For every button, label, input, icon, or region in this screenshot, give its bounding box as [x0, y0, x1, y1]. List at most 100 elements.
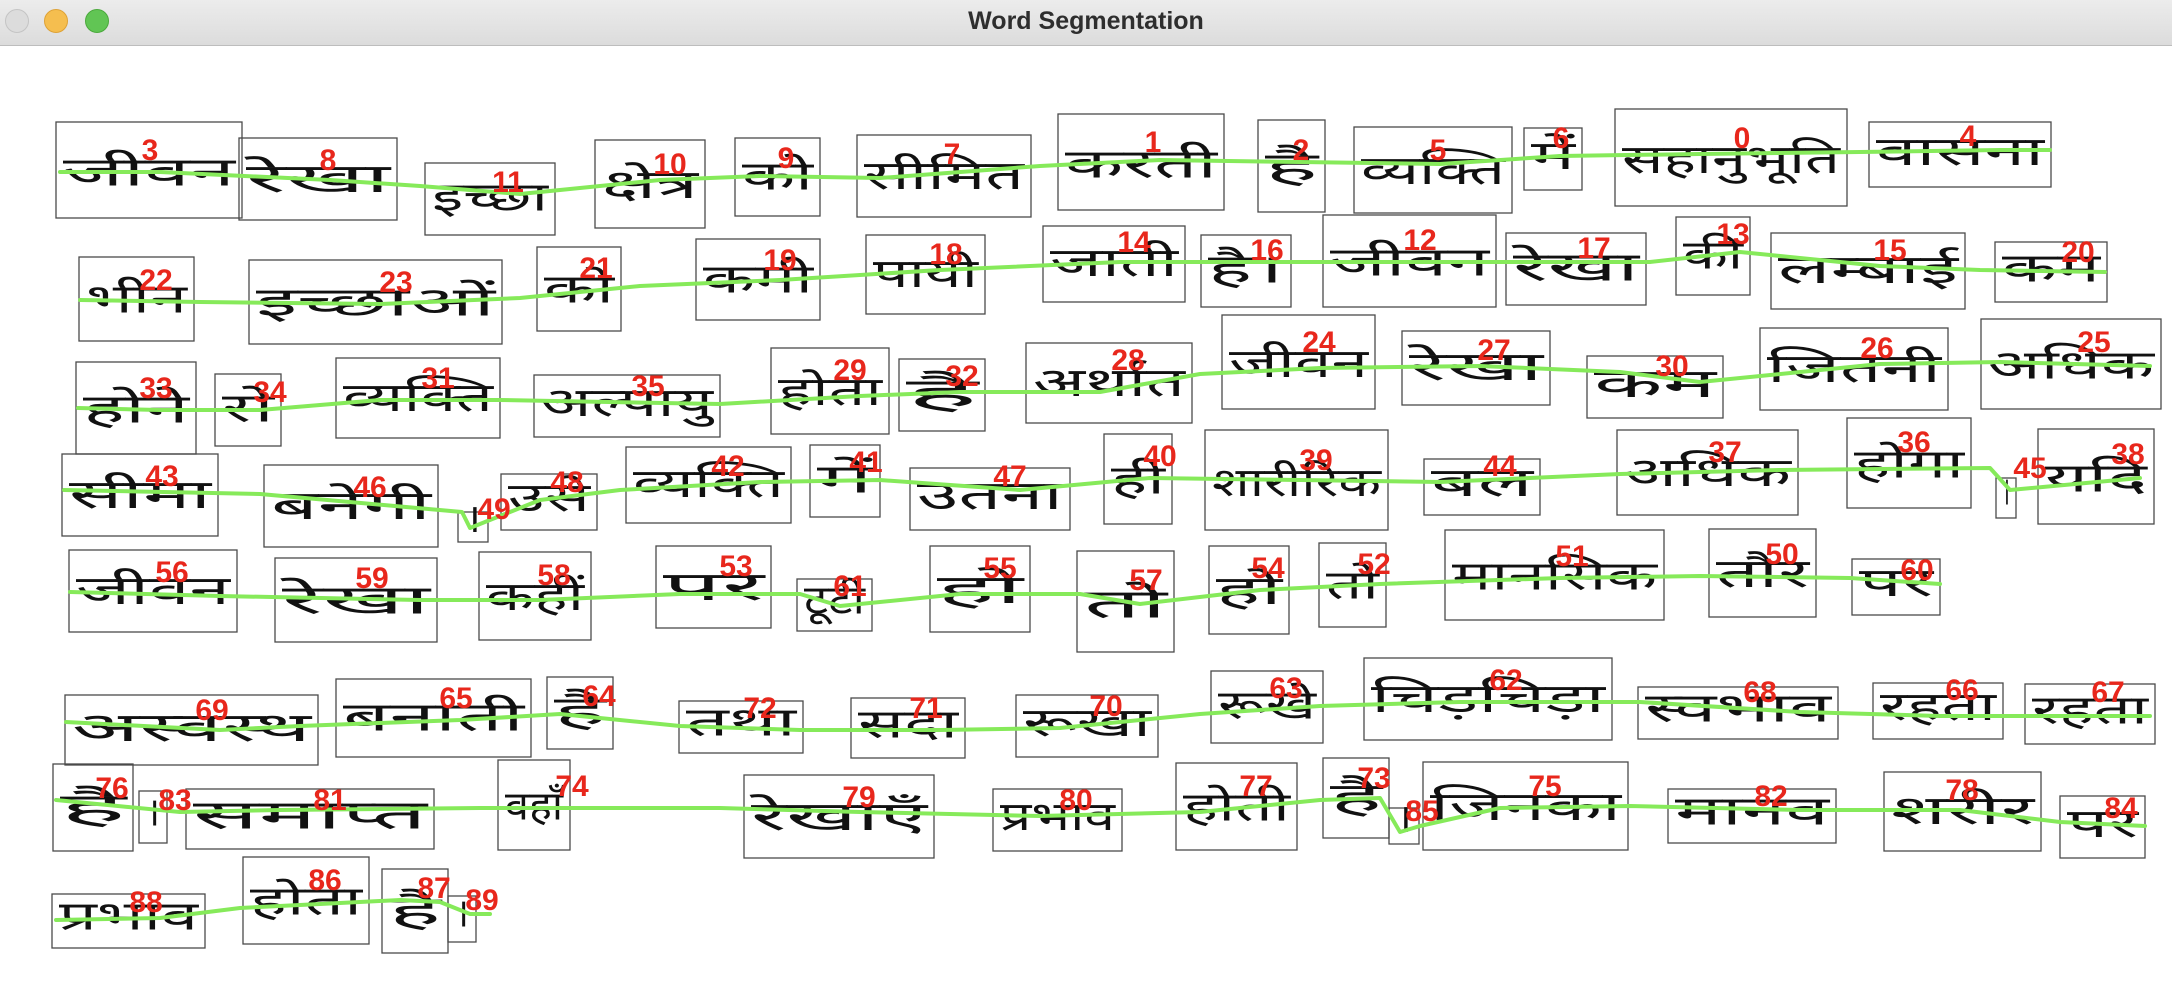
- word-segment: अर्थात: [1025, 342, 1193, 424]
- word-segment: समाप्त: [185, 788, 435, 850]
- word-segment: लम्बाई: [1770, 232, 1966, 310]
- word-index-label: 87: [417, 872, 450, 905]
- handwritten-word: जीवन: [1229, 341, 1369, 387]
- word-boxes: जीवन रेखा इच्छा क्षेत्र को सीमित करती है व्यक्ति…: [51, 108, 2162, 954]
- word-index-label: 42: [711, 450, 744, 483]
- word-index-label: 67: [2091, 676, 2124, 709]
- word-index-label: 10: [653, 148, 686, 181]
- word-index-label: 54: [1251, 552, 1285, 585]
- word-index-label: 62: [1489, 664, 1522, 697]
- word-segment: होता: [770, 347, 890, 435]
- word-index-label: 14: [1117, 226, 1151, 259]
- handwritten-word: होता: [778, 369, 883, 415]
- handwritten-word: लम्बाई: [1778, 247, 1961, 293]
- word-index-label: 52: [1357, 548, 1390, 581]
- word-index-label: 16: [1250, 234, 1283, 267]
- handwritten-word: रूखा: [1023, 700, 1152, 746]
- handwritten-word: व्यक्ति: [343, 375, 495, 421]
- word-index-label: 63: [1269, 672, 1302, 705]
- word-index-label: 57: [1129, 564, 1162, 597]
- word-index-label: 48: [550, 466, 583, 499]
- word-index-label: 72: [743, 692, 776, 725]
- word-index-label: 64: [582, 680, 616, 713]
- word-index-label: 11: [492, 166, 524, 199]
- word-index-label: 79: [842, 781, 875, 814]
- word-index-label: 2: [1293, 134, 1310, 167]
- word-index-label: 40: [1143, 440, 1176, 473]
- word-index-label: 35: [631, 370, 664, 403]
- word-index-label: 20: [2061, 236, 2094, 269]
- word-segment: पर: [655, 545, 772, 629]
- word-index-label: 77: [1239, 770, 1272, 803]
- word-index-label: 19: [763, 244, 796, 277]
- word-index-label: 0: [1734, 122, 1751, 155]
- word-index-label: 41: [849, 446, 882, 479]
- word-index-label: 15: [1873, 234, 1906, 267]
- word-segment: अल्पायु: [533, 374, 721, 438]
- word-index-label: 46: [353, 471, 386, 504]
- word-index-label: 61: [833, 570, 866, 603]
- word-index-label: 71: [909, 692, 942, 725]
- word-index-label: 5: [1430, 134, 1447, 167]
- word-index-label: 56: [155, 556, 188, 589]
- handwritten-word: तथा: [686, 699, 797, 745]
- word-index-label: 4: [1960, 120, 1977, 153]
- word-index-label: 43: [145, 460, 178, 493]
- word-segment: प्रभाव: [992, 788, 1123, 852]
- word-index-label: 26: [1860, 332, 1893, 365]
- word-index-label: 74: [555, 770, 589, 803]
- handwritten-word: रहता: [1880, 684, 1997, 730]
- word-index-label: 30: [1655, 350, 1688, 383]
- word-index-label: 36: [1897, 426, 1930, 459]
- word-index-label: 24: [1302, 326, 1336, 359]
- word-index-label: 34: [253, 376, 287, 409]
- word-segment: बल: [1423, 458, 1541, 516]
- word-index-label: 66: [1945, 674, 1978, 707]
- word-index-label: 50: [1765, 538, 1798, 571]
- word-segment: मानव: [1667, 788, 1837, 844]
- handwritten-word: सीमा: [69, 472, 212, 518]
- word-index-label: 55: [983, 552, 1016, 585]
- handwritten-word: उतना: [917, 473, 1064, 519]
- word-index-label: 9: [778, 142, 795, 175]
- word-index-label: 85: [1405, 795, 1438, 828]
- word-index-label: 13: [1716, 218, 1749, 251]
- word-index-label: 88: [129, 886, 162, 919]
- word-segment: है: [1257, 119, 1326, 213]
- word-index-label: 47: [993, 460, 1026, 493]
- word-index-label: 25: [2077, 326, 2110, 359]
- word-index-label: 65: [439, 682, 472, 715]
- handwritten-word: अर्थात: [1033, 360, 1187, 406]
- word-index-label: 7: [944, 138, 961, 171]
- word-index-label: 8: [320, 144, 337, 177]
- word-index-label: 38: [2111, 438, 2144, 471]
- word-index-label: 78: [1945, 774, 1978, 807]
- handwritten-word: जितनी: [1767, 346, 1942, 392]
- word-segment: जीवन: [1221, 314, 1376, 410]
- word-index-label: 12: [1403, 224, 1436, 257]
- word-index-label: 33: [139, 372, 172, 405]
- segmentation-canvas: जीवन रेखा इच्छा क्षेत्र को सीमित करती है व्यक्ति…: [0, 46, 2172, 982]
- word-index-label: 70: [1089, 690, 1122, 723]
- word-index-label: 69: [195, 694, 228, 727]
- word-index-label: 89: [465, 884, 498, 917]
- handwritten-word: इच्छा: [432, 175, 549, 221]
- handwritten-word: रेखाएँ: [749, 794, 929, 840]
- handwritten-word: रेखा: [1511, 245, 1641, 291]
- word-index-label: 75: [1528, 770, 1561, 803]
- window-title: Word Segmentation: [968, 7, 1204, 35]
- segmentation-image: जीवन रेखा इच्छा क्षेत्र को सीमित करती है व्यक्ति…: [51, 108, 2162, 954]
- word-index-label: 32: [945, 360, 978, 393]
- word-index-label: 45: [2013, 452, 2046, 485]
- word-index-label: 29: [833, 354, 866, 387]
- word-segment: तौर: [1708, 528, 1817, 618]
- word-index-label: 86: [308, 864, 341, 897]
- word-index-label: 3: [142, 134, 159, 167]
- word-segment: उतना: [909, 467, 1071, 531]
- word-index-label: 68: [1743, 676, 1776, 709]
- word-segment: इच्छा: [424, 162, 556, 236]
- word-index-label: 73: [1357, 762, 1390, 795]
- word-index-label: 51: [1555, 540, 1588, 573]
- word-index-label: 76: [95, 772, 128, 805]
- word-index-label: 58: [537, 559, 570, 592]
